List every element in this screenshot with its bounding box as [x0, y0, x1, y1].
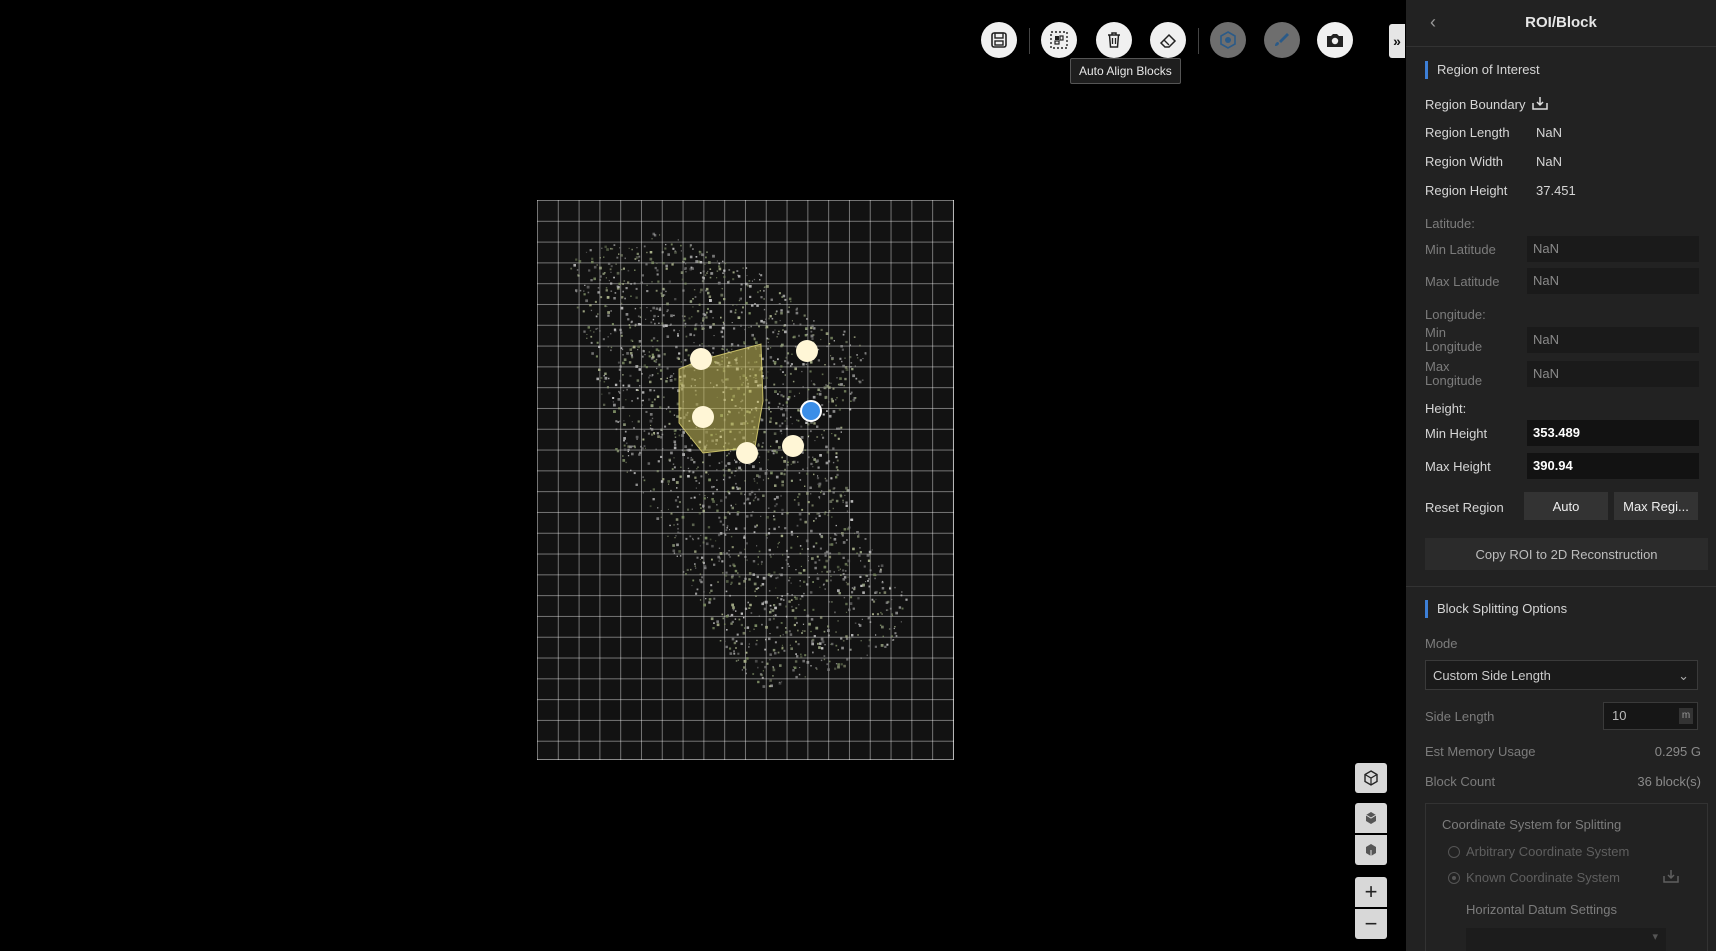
arbitrary-coordinate-label: Arbitrary Coordinate System: [1466, 844, 1630, 859]
side-length-value: 10: [1612, 708, 1627, 723]
view-cube-icon: [1364, 770, 1378, 786]
roi-handle[interactable]: [796, 340, 818, 362]
max-height-label: Max Height: [1425, 459, 1491, 474]
height-heading: Height:: [1425, 401, 1467, 416]
delete-button[interactable]: [1096, 22, 1132, 58]
side-length-label: Side Length: [1425, 709, 1495, 724]
side-length-input[interactable]: 10 m: [1603, 702, 1698, 730]
panel-header: ‹ ROI/Block: [1406, 0, 1716, 47]
section-title-block: Block Splitting Options: [1425, 600, 1567, 618]
zoom-out-button[interactable]: −: [1355, 909, 1387, 939]
max-height-field[interactable]: 390.94: [1527, 453, 1699, 479]
memory-value: 0.295 G: [1654, 744, 1701, 759]
toolbar-separator: [1029, 28, 1030, 54]
min-longitude-field[interactable]: NaN: [1527, 327, 1699, 353]
arbitrary-coordinate-radio[interactable]: [1448, 846, 1460, 858]
min-longitude-label-line1: Min: [1425, 325, 1446, 340]
cube-top-icon: [1365, 812, 1377, 824]
region-height-value: 37.451: [1536, 183, 1576, 198]
region-icon: [1220, 31, 1236, 49]
min-height-field[interactable]: 353.489: [1527, 420, 1699, 446]
auto-button[interactable]: Auto: [1524, 492, 1608, 520]
block-count-value: 36 block(s): [1637, 774, 1701, 789]
region-length-value: NaN: [1536, 125, 1563, 140]
region-width-label: Region Width: [1425, 154, 1504, 169]
max-latitude-field[interactable]: NaN: [1527, 268, 1699, 294]
region-width-value: NaN: [1536, 154, 1563, 169]
save-icon: [991, 32, 1007, 48]
brush-button[interactable]: [1264, 22, 1300, 58]
double-chevron-right-icon: »: [1393, 33, 1401, 49]
copy-roi-button[interactable]: Copy ROI to 2D Reconstruction: [1425, 538, 1708, 570]
block-count-label: Block Count: [1425, 774, 1496, 789]
view-side-button[interactable]: [1355, 835, 1387, 865]
roi-handle[interactable]: [692, 406, 714, 428]
region-length-label: Region Length: [1425, 125, 1510, 140]
brush-icon: [1275, 33, 1289, 46]
import-icon[interactable]: [1662, 868, 1680, 884]
max-longitude-label: Max Longitude: [1425, 360, 1482, 388]
min-height-label: Min Height: [1425, 426, 1488, 441]
roi-handle[interactable]: [690, 348, 712, 370]
side-length-unit: m: [1679, 708, 1693, 724]
known-coordinate-radio[interactable]: [1448, 872, 1460, 884]
max-longitude-label-line1: Max: [1425, 359, 1450, 374]
save-button[interactable]: [981, 22, 1017, 58]
panel-title: ROI/Block: [1525, 14, 1597, 31]
eraser-button[interactable]: [1150, 22, 1186, 58]
roi-handle[interactable]: [736, 442, 758, 464]
min-latitude-label: Min Latitude: [1425, 242, 1496, 257]
min-latitude-field[interactable]: NaN: [1527, 236, 1699, 262]
max-longitude-label-line2: Longitude: [1425, 373, 1483, 388]
toolbar-separator: [1198, 28, 1199, 54]
horizontal-datum-select[interactable]: ▾: [1466, 928, 1666, 951]
memory-label: Est Memory Usage: [1425, 744, 1536, 759]
roi-handle[interactable]: [782, 435, 804, 457]
section-title-roi: Region of Interest: [1425, 61, 1540, 79]
eraser-icon: [1159, 33, 1177, 48]
mode-select[interactable]: Custom Side Length ⌄: [1425, 660, 1698, 690]
reset-region-label: Reset Region: [1425, 500, 1504, 515]
mode-label: Mode: [1425, 636, 1458, 651]
view-top-button[interactable]: [1355, 803, 1387, 833]
region-height-label: Region Height: [1425, 183, 1508, 198]
roi-block-panel: ‹ ROI/Block Region of Interest Region Bo…: [1406, 0, 1716, 951]
screenshot-button[interactable]: [1317, 22, 1353, 58]
tooltip: Auto Align Blocks: [1070, 58, 1181, 84]
zoom-in-button[interactable]: +: [1355, 877, 1387, 907]
coordinate-system-box: Coordinate System for Splitting Arbitrar…: [1425, 803, 1708, 951]
trash-icon: [1108, 32, 1120, 48]
mode-select-value: Custom Side Length: [1433, 668, 1551, 683]
chevron-down-icon: ⌄: [1678, 668, 1689, 683]
max-longitude-field[interactable]: NaN: [1527, 361, 1699, 387]
auto-align-blocks-icon: [1050, 31, 1068, 49]
auto-align-blocks-button[interactable]: [1041, 22, 1077, 58]
collapse-panel-button[interactable]: »: [1389, 24, 1405, 58]
3d-viewport[interactable]: » Auto Align Blocks + −: [0, 0, 1406, 951]
region-boundary-label: Region Boundary: [1425, 95, 1549, 112]
region-button[interactable]: [1210, 22, 1246, 58]
view-home-button[interactable]: [1355, 763, 1387, 793]
cube-side-icon: [1366, 844, 1376, 856]
section-divider: [1406, 586, 1716, 587]
longitude-heading: Longitude:: [1425, 307, 1486, 322]
max-latitude-label: Max Latitude: [1425, 274, 1500, 289]
region-boundary-text: Region Boundary: [1425, 97, 1526, 112]
coordinate-system-title: Coordinate System for Splitting: [1442, 817, 1622, 832]
min-longitude-label-line2: Longitude: [1425, 339, 1483, 354]
max-region-button[interactable]: Max Regi...: [1614, 492, 1698, 520]
point-cloud-layer: [570, 232, 908, 688]
roi-handle-active[interactable]: [800, 400, 822, 422]
latitude-heading: Latitude:: [1425, 216, 1475, 231]
min-longitude-label: Min Longitude: [1425, 326, 1482, 354]
horizontal-datum-label: Horizontal Datum Settings: [1466, 902, 1618, 917]
point-cloud-grid[interactable]: [537, 200, 954, 760]
caret-down-icon: ▾: [1652, 931, 1658, 943]
camera-icon: [1327, 34, 1343, 47]
known-coordinate-label: Known Coordinate System: [1466, 870, 1620, 885]
import-icon[interactable]: [1531, 95, 1549, 111]
